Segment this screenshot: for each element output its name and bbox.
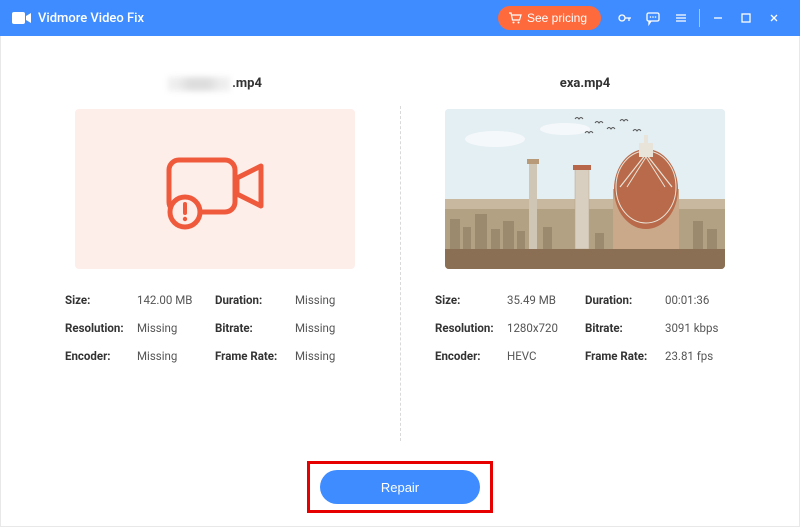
broken-video-icon xyxy=(155,144,275,234)
cart-icon xyxy=(508,12,522,24)
prop-label: Duration: xyxy=(215,293,295,307)
prop-value: 35.49 MB xyxy=(507,293,585,307)
prop-value: 1280x720 xyxy=(507,321,585,335)
broken-filename-suffix: .mp4 xyxy=(232,76,262,91)
prop-value: Missing xyxy=(295,293,365,307)
maximize-button[interactable] xyxy=(732,0,760,36)
sample-props: Size: 35.49 MB Duration: 00:01:36 Resolu… xyxy=(435,293,735,363)
prop-value: Missing xyxy=(137,321,215,335)
blurred-filename-mask xyxy=(168,77,230,91)
prop-value: Missing xyxy=(295,349,365,363)
sample-thumbnail xyxy=(445,109,725,269)
prop-label: Encoder: xyxy=(65,349,137,363)
prop-value: Missing xyxy=(295,321,365,335)
repair-button[interactable]: Repair xyxy=(320,470,480,504)
titlebar: Vidmore Video Fix See pricing xyxy=(0,0,800,36)
prop-label: Bitrate: xyxy=(215,321,295,335)
prop-value: 142.00 MB xyxy=(137,293,215,307)
vertical-divider xyxy=(400,106,401,441)
prop-value: 23.81 fps xyxy=(665,349,735,363)
prop-label: Resolution: xyxy=(435,321,507,335)
prop-value: 3091 kbps xyxy=(665,321,735,335)
app-logo-icon xyxy=(12,10,32,26)
compare-row: .mp4 Size: 142.00 MB Duration: Missin xyxy=(30,66,770,451)
broken-props: Size: 142.00 MB Duration: Missing Resolu… xyxy=(65,293,365,363)
broken-video-column: .mp4 Size: 142.00 MB Duration: Missin xyxy=(30,66,400,451)
broken-thumbnail xyxy=(75,109,355,269)
prop-label: Frame Rate: xyxy=(585,349,665,363)
minimize-button[interactable] xyxy=(704,0,732,36)
prop-label: Bitrate: xyxy=(585,321,665,335)
sample-video-column: exa.mp4 xyxy=(400,66,770,451)
see-pricing-label: See pricing xyxy=(527,11,587,25)
app-window: Vidmore Video Fix See pricing xyxy=(0,0,800,527)
titlebar-separator xyxy=(699,9,700,27)
menu-icon[interactable] xyxy=(667,0,695,36)
key-icon[interactable] xyxy=(611,0,639,36)
sample-filename: exa.mp4 xyxy=(560,76,610,91)
broken-filename: .mp4 xyxy=(168,76,262,91)
prop-label: Size: xyxy=(435,293,507,307)
prop-label: Size: xyxy=(65,293,137,307)
repair-highlight-box: Repair xyxy=(307,461,493,513)
prop-value: 00:01:36 xyxy=(665,293,735,307)
prop-value: Missing xyxy=(137,349,215,363)
see-pricing-button[interactable]: See pricing xyxy=(498,6,601,30)
footer: Repair xyxy=(30,451,770,513)
feedback-icon[interactable] xyxy=(639,0,667,36)
prop-label: Resolution: xyxy=(65,321,137,335)
prop-label: Encoder: xyxy=(435,349,507,363)
prop-label: Frame Rate: xyxy=(215,349,295,363)
prop-value: HEVC xyxy=(507,349,585,363)
app-title: Vidmore Video Fix xyxy=(38,11,144,26)
content-area: .mp4 Size: 142.00 MB Duration: Missin xyxy=(0,36,800,527)
prop-label: Duration: xyxy=(585,293,665,307)
cityscape-placeholder-icon xyxy=(445,109,725,269)
close-button[interactable] xyxy=(760,0,788,36)
